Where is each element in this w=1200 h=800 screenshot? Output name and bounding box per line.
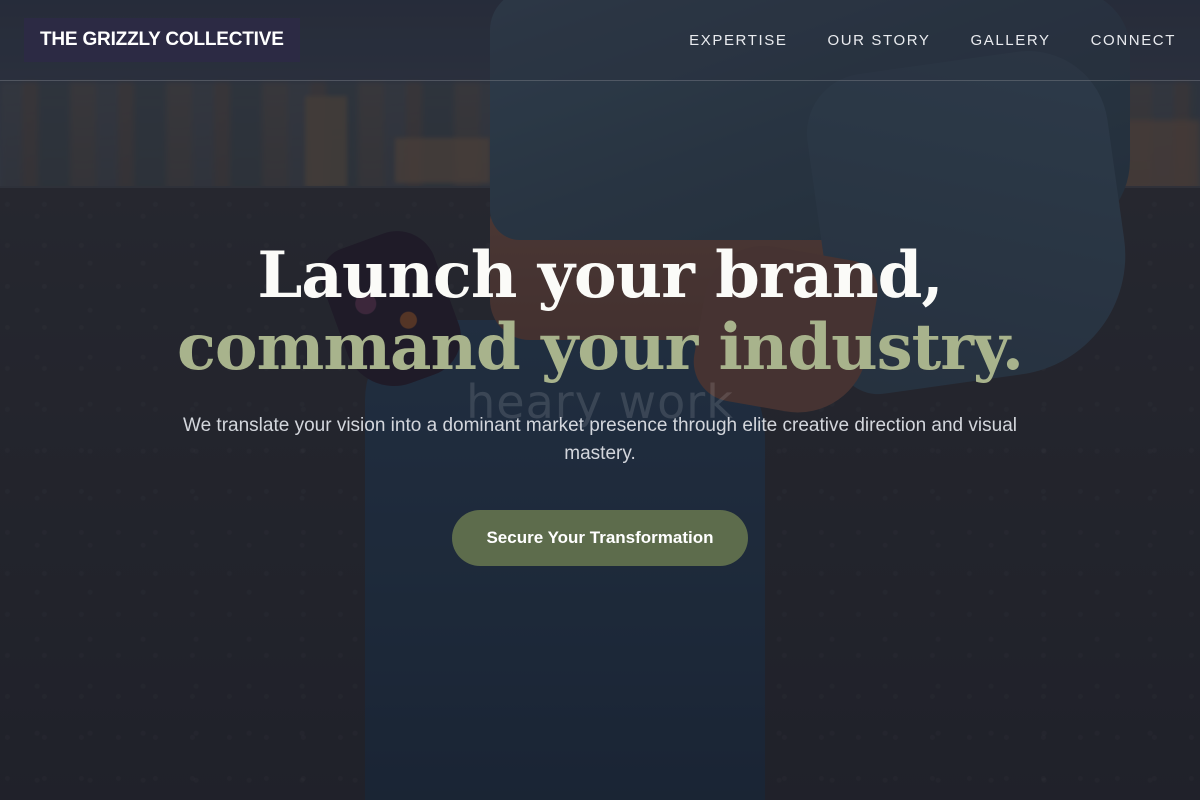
hero-section: Launch your brand, command your industry… bbox=[0, 240, 1200, 566]
nav-link-expertise[interactable]: EXPERTISE bbox=[689, 32, 787, 49]
brand-logo[interactable]: THE GRIZZLY COLLECTIVE bbox=[24, 18, 300, 62]
nav-link-connect[interactable]: CONNECT bbox=[1091, 32, 1176, 49]
hero-headline-line2: command your industry. bbox=[176, 310, 1024, 385]
hero-subtitle: We translate your vision into a dominant… bbox=[183, 415, 1017, 464]
site-header: THE GRIZZLY COLLECTIVE EXPERTISE OUR STO… bbox=[0, 0, 1200, 81]
secure-transformation-button[interactable]: Secure Your Transformation bbox=[452, 510, 748, 566]
main-navigation: EXPERTISE OUR STORY GALLERY CONNECT bbox=[689, 0, 1176, 80]
nav-link-our-story[interactable]: OUR STORY bbox=[827, 32, 930, 49]
nav-link-gallery[interactable]: GALLERY bbox=[970, 32, 1050, 49]
hero-headline-line1: Launch your brand, bbox=[257, 238, 943, 313]
hero-headline: Launch your brand, command your industry… bbox=[0, 240, 1200, 384]
